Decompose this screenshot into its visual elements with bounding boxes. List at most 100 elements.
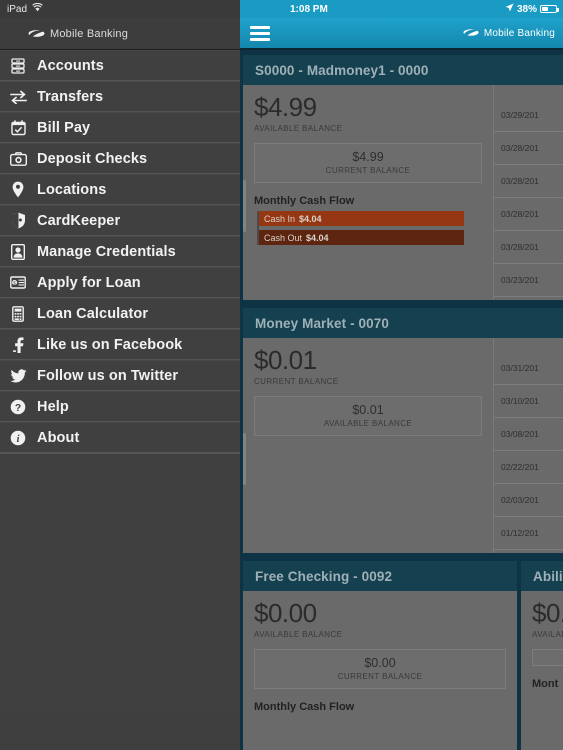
primary-balance-amount: $0. <box>532 598 563 628</box>
secondary-balance-box: $4.99 CURRENT BALANCE <box>254 143 482 184</box>
loan-document-icon: $ <box>7 273 29 293</box>
bar-label: Cash Out <box>264 232 303 243</box>
transaction-row[interactable]: 03/28/201 <box>494 165 563 198</box>
sidebar-item-label: Transfers <box>37 88 104 105</box>
header-brand: Mobile Banking <box>463 24 555 42</box>
svg-text:?: ? <box>15 403 21 414</box>
scroll-indicator[interactable] <box>243 433 246 485</box>
user-badge-icon <box>7 242 29 262</box>
cashflow-chart-title: Monthly Cash Flow <box>254 195 355 208</box>
transaction-row[interactable]: 03/08/201 <box>494 418 563 451</box>
sidebar-item-label: Bill Pay <box>37 119 91 136</box>
sidebar-item-about[interactable]: i About <box>0 422 240 453</box>
sidebar-item-deposit-checks[interactable]: Deposit Checks <box>0 143 240 174</box>
header-brand-label: Mobile Banking <box>483 27 555 39</box>
secondary-balance-amount: $4.99 <box>352 150 384 165</box>
sidebar-item-facebook[interactable]: Like us on Facebook <box>0 329 240 360</box>
transaction-row[interactable]: 03/29/201 <box>494 99 563 132</box>
sidebar-item-label: Locations <box>37 181 107 198</box>
sidebar-item-apply-for-loan[interactable]: $ Apply for Loan <box>0 267 240 298</box>
transaction-row[interactable]: 03/23/201 <box>494 264 563 297</box>
transaction-row[interactable]: 03/28/201 <box>494 231 563 264</box>
accounts-drawers-icon <box>7 56 29 76</box>
sidebar-item-label: Help <box>37 398 69 415</box>
sidebar-item-label: Accounts <box>37 57 104 74</box>
account-summary: $0.00 AVAILABLE BALANCE $0.00 CURRENT BA… <box>243 591 517 750</box>
primary-balance-caption: AVAILABLE BALANCE <box>254 630 343 640</box>
sidebar-item-locations[interactable]: Locations <box>0 174 240 205</box>
bar-value: $4.04 <box>299 213 322 224</box>
account-cards-container[interactable]: S0000 - Madmoney1 - 0000 $4.99 AVAILABLE… <box>240 50 563 750</box>
sidebar-item-accounts[interactable]: Accounts <box>0 50 240 81</box>
account-card-body: $0.01 CURRENT BALANCE $0.01 AVAILABLE BA… <box>243 338 563 553</box>
transaction-list[interactable]: 03/29/201 03/28/201 03/28/201 03/28/201 … <box>243 85 563 300</box>
primary-balance-amount: $0.01 <box>254 345 317 375</box>
primary-balance-amount: $4.99 <box>254 92 317 122</box>
secondary-balance-caption: AVAILABLE BALANCE <box>323 419 413 429</box>
app-root: iPad Mobile Banking Accounts Transfers B… <box>0 0 563 750</box>
transaction-row[interactable]: 01/12/201 <box>494 517 563 550</box>
secondary-balance-amount: $0.01 <box>352 403 384 418</box>
sidebar-status-bar: iPad <box>0 0 240 18</box>
cashflow-chart-title: Mont <box>532 678 559 691</box>
sidebar-item-twitter[interactable]: Follow us on Twitter <box>0 360 240 391</box>
account-card[interactable]: Abilit $0. AVAILAB Mont <box>521 561 563 750</box>
secondary-balance-amount: $0.00 <box>364 656 396 671</box>
transaction-row[interactable]: 02/03/201 <box>494 484 563 517</box>
account-summary: $0. AVAILAB Mont <box>521 591 563 750</box>
sidebar-item-label: Apply for Loan <box>37 274 141 291</box>
account-card[interactable]: S0000 - Madmoney1 - 0000 $4.99 AVAILABLE… <box>243 55 563 300</box>
bar-value: $4.04 <box>306 232 329 243</box>
brand: Mobile Banking <box>28 25 128 43</box>
sidebar-item-label: Follow us on Twitter <box>37 367 179 384</box>
sidebar-item-label: Manage Credentials <box>37 243 176 260</box>
transaction-list[interactable]: 03/31/201 03/10/201 03/08/201 02/22/201 … <box>243 338 563 553</box>
transfers-arrows-icon <box>7 87 29 107</box>
brand-label: Mobile Banking <box>50 27 129 40</box>
transaction-row[interactable]: 03/28/201 <box>494 132 563 165</box>
chart-axis <box>257 211 259 246</box>
sidebar-item-manage-credentials[interactable]: Manage Credentials <box>0 236 240 267</box>
shield-card-icon <box>7 211 29 231</box>
sidebar-item-loan-calculator[interactable]: Loan Calculator <box>0 298 240 329</box>
sidebar-item-transfers[interactable]: Transfers <box>0 81 240 112</box>
primary-balance-amount: $0.00 <box>254 598 317 628</box>
transaction-row[interactable]: 03/28/201 <box>494 198 563 231</box>
sidebar-item-bill-pay[interactable]: Bill Pay <box>0 112 240 143</box>
transaction-row[interactable]: 03/31/201 <box>494 352 563 385</box>
sidebar-item-help[interactable]: ? Help <box>0 391 240 422</box>
secondary-balance-caption: CURRENT BALANCE <box>337 672 423 682</box>
account-card[interactable]: Money Market - 0070 $0.01 CURRENT BALANC… <box>243 308 563 553</box>
account-card-body: $0.00 AVAILABLE BALANCE $0.00 CURRENT BA… <box>243 591 517 750</box>
battery-percent: 38% <box>516 3 537 15</box>
primary-balance-caption: CURRENT BALANCE <box>254 377 339 387</box>
secondary-balance-box: $0.00 CURRENT BALANCE <box>254 649 506 690</box>
scroll-indicator[interactable] <box>243 180 246 232</box>
sidebar-item-label: About <box>37 429 80 446</box>
sidebar-menu-list: Accounts Transfers Bill Pay Deposit Chec… <box>0 50 240 713</box>
sidebar-item-label: Like us on Facebook <box>37 336 183 353</box>
svg-text:i: i <box>17 434 20 445</box>
transaction-row[interactable]: 02/22/201 <box>494 451 563 484</box>
device-label: iPad <box>7 3 28 15</box>
twitter-bird-icon <box>7 366 29 386</box>
account-card-title: Abilit <box>521 561 563 591</box>
account-summary: $4.99 AVAILABLE BALANCE $4.99 CURRENT BA… <box>243 85 493 300</box>
account-card-title: S0000 - Madmoney1 - 0000 <box>243 55 563 85</box>
map-pin-icon <box>7 180 29 200</box>
account-card[interactable]: Free Checking - 0092 $0.00 AVAILABLE BAL… <box>243 561 517 750</box>
main-content-pane: 1:08 PM 38% Mobile Banking S0000 - Madmo… <box>240 0 563 750</box>
calendar-check-icon <box>7 118 29 138</box>
question-circle-icon: ? <box>7 397 29 417</box>
facebook-icon <box>7 335 29 355</box>
transaction-row[interactable]: 03/10/201 <box>494 385 563 418</box>
camera-icon <box>7 149 29 169</box>
swoosh-logo-icon <box>28 25 45 43</box>
sidebar-item-cardkeeper[interactable]: CardKeeper <box>0 205 240 236</box>
wifi-icon <box>32 2 43 15</box>
secondary-balance-caption: CURRENT BALANCE <box>325 166 411 176</box>
chart-bar-cash-out: Cash Out $4.04 <box>258 230 465 246</box>
primary-balance-caption: AVAILABLE BALANCE <box>254 124 343 134</box>
hamburger-menu-icon[interactable] <box>250 25 270 41</box>
ios-status-bar: 1:08 PM 38% <box>240 0 563 18</box>
